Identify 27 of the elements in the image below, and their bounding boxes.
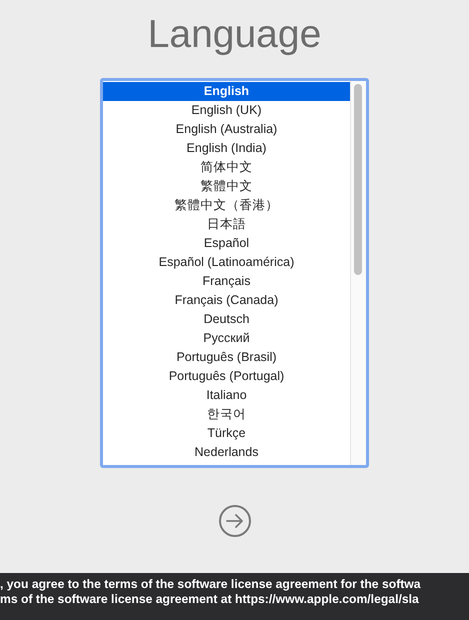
page-title: Language	[148, 12, 322, 58]
language-item[interactable]: Русский	[103, 329, 350, 348]
language-item[interactable]: Italiano	[103, 386, 350, 405]
language-item[interactable]: Français	[103, 272, 350, 291]
language-item[interactable]: Português (Portugal)	[103, 367, 350, 386]
language-item[interactable]: English (Australia)	[103, 120, 350, 139]
language-item[interactable]: Español	[103, 234, 350, 253]
language-item[interactable]: 日本語	[103, 215, 350, 234]
language-item[interactable]: Português (Brasil)	[103, 348, 350, 367]
language-item[interactable]: Deutsch	[103, 310, 350, 329]
language-item[interactable]: Français (Canada)	[103, 291, 350, 310]
license-text: ms of the software license agreement at https://www.apple.com/legal/sla	[0, 592, 419, 607]
language-item[interactable]: English (UK)	[103, 101, 350, 120]
continue-button[interactable]	[218, 505, 250, 537]
language-item[interactable]: Nederlands	[103, 443, 350, 462]
scrollbar[interactable]	[350, 81, 366, 465]
license-text: , you agree to the terms of the software license agreement for the softwa	[0, 577, 421, 592]
language-item[interactable]: English	[103, 82, 350, 101]
language-item[interactable]: 繁體中文	[103, 177, 350, 196]
language-item[interactable]: 한국어	[103, 405, 350, 424]
arrow-right-icon	[226, 513, 244, 529]
language-item[interactable]: English (India)	[103, 139, 350, 158]
scrollbar-thumb[interactable]	[354, 84, 362, 275]
language-item[interactable]: 简体中文	[103, 158, 350, 177]
language-item[interactable]: 繁體中文（香港）	[103, 196, 350, 215]
language-item[interactable]: Español (Latinoamérica)	[103, 253, 350, 272]
language-item[interactable]: Türkçe	[103, 424, 350, 443]
